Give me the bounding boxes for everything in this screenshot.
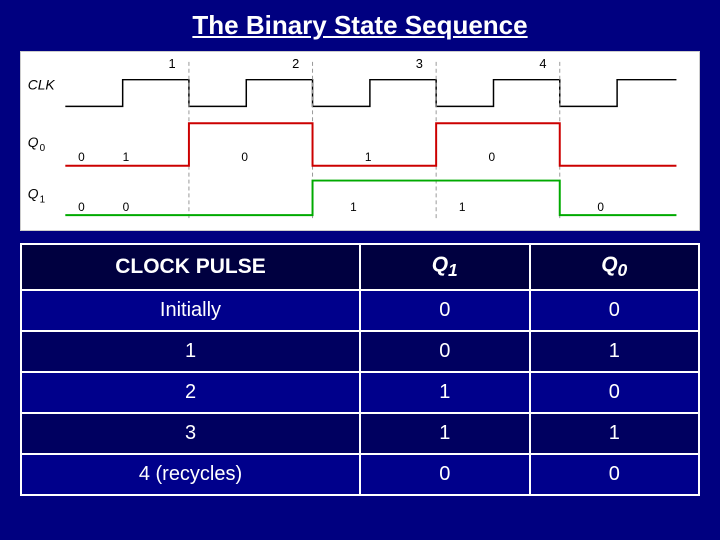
cell-q1: 1 bbox=[360, 372, 530, 413]
cell-pulse: 3 bbox=[21, 413, 360, 454]
table-row: 4 (recycles)00 bbox=[21, 454, 699, 495]
svg-text:0: 0 bbox=[489, 150, 496, 164]
svg-text:1: 1 bbox=[169, 56, 176, 71]
page-container: The Binary State Sequence CLK 1 2 3 4 Q … bbox=[0, 0, 720, 540]
svg-text:0: 0 bbox=[123, 200, 130, 214]
state-table: CLOCK PULSE Q1 Q0 Initially001012103114 … bbox=[20, 243, 700, 496]
svg-text:0: 0 bbox=[241, 150, 248, 164]
cell-q0: 0 bbox=[530, 372, 700, 413]
header-q0: Q0 bbox=[530, 244, 700, 290]
table-row: 101 bbox=[21, 331, 699, 372]
svg-text:Q: Q bbox=[28, 185, 39, 201]
page-title: The Binary State Sequence bbox=[192, 10, 527, 41]
cell-q1: 0 bbox=[360, 454, 530, 495]
header-clock-pulse: CLOCK PULSE bbox=[21, 244, 360, 290]
cell-pulse: 2 bbox=[21, 372, 360, 413]
cell-pulse: 4 (recycles) bbox=[21, 454, 360, 495]
svg-text:1: 1 bbox=[459, 200, 466, 214]
cell-q1: 0 bbox=[360, 331, 530, 372]
table-row: Initially00 bbox=[21, 290, 699, 331]
svg-text:0: 0 bbox=[78, 200, 85, 214]
cell-q0: 0 bbox=[530, 290, 700, 331]
cell-q0: 0 bbox=[530, 454, 700, 495]
table-row: 311 bbox=[21, 413, 699, 454]
svg-text:1: 1 bbox=[350, 200, 357, 214]
svg-text:CLK: CLK bbox=[28, 77, 56, 93]
svg-text:0: 0 bbox=[78, 150, 85, 164]
svg-text:1: 1 bbox=[365, 150, 372, 164]
table-header-row: CLOCK PULSE Q1 Q0 bbox=[21, 244, 699, 290]
header-q1: Q1 bbox=[360, 244, 530, 290]
cell-pulse: 1 bbox=[21, 331, 360, 372]
cell-q0: 1 bbox=[530, 413, 700, 454]
svg-text:3: 3 bbox=[416, 56, 423, 71]
timing-diagram: CLK 1 2 3 4 Q 0 0 1 bbox=[20, 51, 700, 231]
svg-text:2: 2 bbox=[292, 56, 299, 71]
cell-q1: 0 bbox=[360, 290, 530, 331]
svg-text:1: 1 bbox=[123, 150, 130, 164]
svg-text:Q: Q bbox=[28, 134, 39, 150]
table-row: 210 bbox=[21, 372, 699, 413]
cell-q0: 1 bbox=[530, 331, 700, 372]
svg-text:0: 0 bbox=[40, 143, 46, 154]
cell-pulse: Initially bbox=[21, 290, 360, 331]
cell-q1: 1 bbox=[360, 413, 530, 454]
svg-text:1: 1 bbox=[40, 194, 46, 205]
svg-text:4: 4 bbox=[539, 56, 546, 71]
svg-text:0: 0 bbox=[597, 200, 604, 214]
